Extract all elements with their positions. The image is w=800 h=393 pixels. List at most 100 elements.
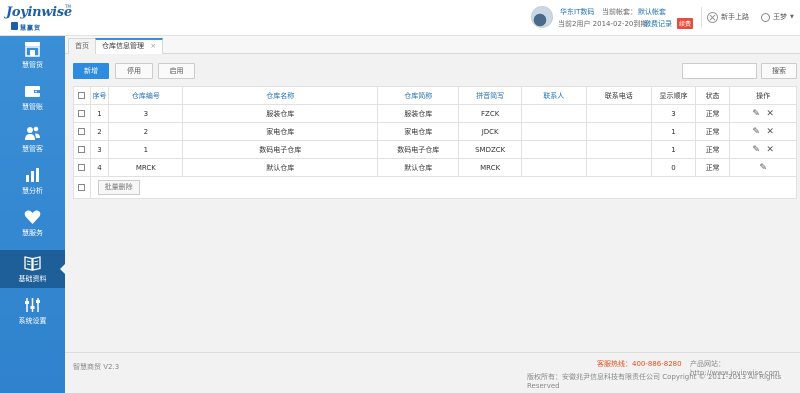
sidebar-item-analysis[interactable]: 慧分析: [0, 162, 65, 200]
account-label: 当前帐套：: [602, 8, 637, 16]
select-all-checkbox[interactable]: [78, 92, 86, 99]
cell-seq: 2: [89, 122, 110, 141]
cell-contact: [520, 122, 587, 141]
sidebar-item-service[interactable]: 慧服务: [0, 204, 65, 242]
cell-actions: ✎ ✕: [729, 140, 797, 159]
tab-label: 首页: [75, 42, 89, 50]
cell-name: 家电仓库: [182, 122, 379, 141]
new-button[interactable]: 新增: [73, 63, 109, 79]
renew-badge[interactable]: 续费: [677, 18, 694, 29]
cell-short: 家电仓库: [377, 122, 460, 141]
cell-order: 0: [651, 158, 696, 177]
sidebar-item-settings[interactable]: 系统设置: [0, 292, 65, 330]
delete-icon[interactable]: ✕: [763, 127, 777, 137]
wallet-icon: [25, 86, 40, 97]
cell-contact: [520, 140, 587, 159]
cell-status: 正常: [694, 158, 731, 177]
tab-warehouse-management[interactable]: 仓库信息管理 ×: [95, 38, 164, 54]
column-header[interactable]: 仓库简称: [377, 86, 460, 105]
sidebar-item-label: 慧管客: [22, 145, 43, 153]
table-row[interactable]: 2 2 家电仓库 家电仓库 JDCK 1 正常 ✎ ✕: [73, 122, 797, 141]
row-checkbox[interactable]: [78, 110, 86, 117]
account-selector[interactable]: 默认帐套: [638, 7, 666, 17]
search-button[interactable]: 搜索: [761, 63, 797, 79]
cell-pinyin: JDCK: [458, 122, 522, 141]
book-icon: [24, 256, 41, 271]
cell-short: 服装仓库: [377, 104, 460, 123]
cell-code: MRCK: [108, 158, 184, 177]
bulk-delete-button[interactable]: 批量删除: [97, 180, 140, 195]
column-header[interactable]: 仓库编号: [108, 86, 184, 105]
cell-seq: 1: [89, 104, 110, 123]
column-header: 序号: [89, 86, 110, 105]
sidebar-item-label: 系统设置: [18, 317, 47, 325]
cell-order: 1: [651, 122, 696, 141]
cell-actions: ✎ ✕: [729, 104, 797, 123]
payment-records-link[interactable]: 缴费记录: [644, 19, 672, 29]
column-header: 操作: [729, 86, 797, 105]
shop-name[interactable]: 华东IT数码: [560, 7, 594, 17]
disable-button[interactable]: 停用: [115, 63, 153, 79]
cell-phone: [585, 140, 653, 159]
table-row[interactable]: 4 MRCK 默认仓库 默认仓库 MRCK 0 正常 ✎: [73, 158, 797, 177]
logo-subtitle: 慧赢贸: [20, 25, 42, 32]
sidebar-item-label: 基础资料: [18, 275, 47, 283]
logo-tm: TM: [65, 4, 71, 9]
cell-contact: [520, 104, 587, 123]
chevron-down-icon: ▼: [790, 14, 794, 20]
select-all-cell[interactable]: [73, 86, 91, 105]
user-name: 王梦: [773, 13, 787, 21]
close-icon[interactable]: ×: [150, 42, 156, 50]
sidebar: 慧管货 慧管账 慧管客 慧分析 慧服务 基础资料 系统设置: [0, 36, 65, 393]
copyright-text: 版权所有：安徽兆尹信息科技有限责任公司 Copyright © 2011-201…: [527, 373, 782, 390]
version-text: 智慧商贸 V2.3: [73, 363, 120, 371]
tab-home[interactable]: 首页: [68, 38, 96, 54]
cell-phone: [585, 104, 653, 123]
search-input[interactable]: [682, 63, 757, 79]
sidebar-item-customers[interactable]: 慧管客: [0, 120, 65, 158]
guide-label: 新手上路: [721, 13, 749, 21]
cell-pinyin: FZCK: [458, 104, 522, 123]
sidebar-item-basic-data[interactable]: 基础资料: [0, 250, 65, 288]
table-row[interactable]: 1 3 服装仓库 服装仓库 FZCK 3 正常 ✎ ✕: [73, 104, 797, 123]
column-header: 联系人: [520, 86, 587, 105]
table-row[interactable]: 3 1 数码电子仓库 数码电子仓库 SMDZCK 1 正常 ✎ ✕: [73, 140, 797, 159]
beginner-guide-button[interactable]: 新手上路: [707, 10, 749, 24]
edit-icon[interactable]: ✎: [749, 145, 763, 155]
brand-logo[interactable]: Joyinwise TM 慧赢贸: [6, 2, 72, 34]
cell-order: 3: [651, 104, 696, 123]
cell-name: 服装仓库: [182, 104, 379, 123]
cell-order: 1: [651, 140, 696, 159]
tab-bar: 首页 仓库信息管理 ×: [65, 36, 800, 54]
cell-seq: 3: [89, 140, 110, 159]
row-checkbox[interactable]: [78, 146, 86, 153]
row-checkbox[interactable]: [78, 164, 86, 171]
sidebar-item-accounts[interactable]: 慧管账: [0, 78, 65, 116]
cell-phone: [585, 158, 653, 177]
column-header: 显示顺序: [651, 86, 696, 105]
cell-short: 默认仓库: [377, 158, 460, 177]
cell-code: 3: [108, 104, 184, 123]
users-icon: [25, 126, 40, 140]
column-header[interactable]: 仓库名称: [182, 86, 379, 105]
delete-icon[interactable]: ✕: [763, 145, 777, 155]
heart-icon: [24, 210, 41, 224]
bulk-select-checkbox[interactable]: [78, 184, 86, 191]
shop-avatar[interactable]: [531, 6, 553, 28]
user-menu[interactable]: 王梦 ▼: [761, 10, 794, 24]
delete-icon[interactable]: ✕: [763, 109, 777, 119]
cell-name: 默认仓库: [182, 158, 379, 177]
edit-icon[interactable]: ✎: [749, 109, 763, 119]
column-header: 联系电话: [585, 86, 653, 105]
column-header[interactable]: 拼音简写: [458, 86, 522, 105]
cell-actions: ✎ ✕: [729, 122, 797, 141]
edit-icon[interactable]: ✎: [749, 127, 763, 137]
sidebar-item-goods[interactable]: 慧管货: [0, 36, 65, 74]
store-icon: [25, 42, 40, 57]
hotline-text: 客服热线：400-886-8280: [597, 360, 682, 368]
enable-button[interactable]: 启用: [158, 63, 195, 79]
cell-status: 正常: [694, 122, 731, 141]
row-checkbox[interactable]: [78, 128, 86, 135]
edit-icon[interactable]: ✎: [756, 163, 770, 173]
user-icon: [761, 12, 770, 22]
